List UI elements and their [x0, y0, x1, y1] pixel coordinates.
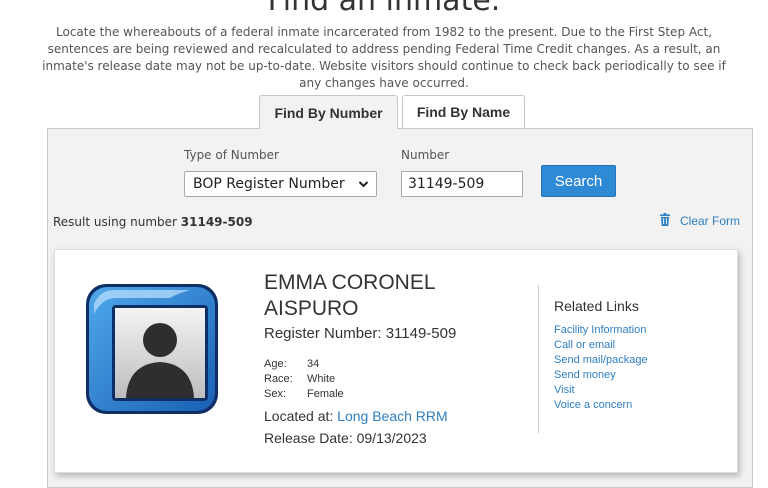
inmate-details: Age: 34 Race: White Sex: Female [264, 357, 344, 402]
related-links-title: Related Links [554, 298, 639, 314]
located-prefix: Located at: [264, 408, 338, 424]
tab-find-by-number[interactable]: Find By Number [259, 95, 398, 129]
related-links-list: Facility Information Call or email Send … [554, 323, 648, 413]
intro-text: Locate the whereabouts of a federal inma… [42, 25, 726, 90]
detail-key: Age: [264, 358, 287, 370]
tab-find-by-name[interactable]: Find By Name [402, 95, 525, 128]
page-title: Find an inmate. [267, 0, 501, 18]
detail-key: Sex: [264, 388, 287, 400]
link-call-or-email[interactable]: Call or email [554, 338, 648, 353]
link-voice-a-concern[interactable]: Voice a concern [554, 398, 648, 413]
detail-value: White [307, 373, 336, 385]
location-link[interactable]: Long Beach RRM [337, 408, 448, 424]
clear-form-label: Clear Form [680, 214, 741, 228]
number-label: Number [401, 148, 450, 162]
search-button[interactable]: Search [541, 165, 616, 197]
number-input[interactable]: 31149-509 [401, 171, 523, 197]
chevron-down-icon [358, 177, 369, 194]
result-prefix: Result using number [53, 215, 181, 229]
link-facility-information[interactable]: Facility Information [554, 323, 648, 338]
inmate-name: EMMA CORONEL AISPURO [264, 271, 435, 320]
release-date: Release Date: 09/13/2023 [264, 430, 427, 446]
type-of-number-label: Type of Number [184, 148, 279, 162]
detail-row-age: Age: 34 [264, 357, 344, 372]
trash-icon [660, 213, 670, 229]
detail-value: 34 [307, 358, 320, 370]
link-visit[interactable]: Visit [554, 383, 648, 398]
register-number: Register Number: 31149-509 [264, 325, 457, 342]
located-at: Located at: Long Beach RRM [264, 408, 448, 424]
link-send-mail-package[interactable]: Send mail/package [554, 353, 648, 368]
detail-row-sex: Sex: Female [264, 387, 344, 402]
clear-form-link[interactable]: Clear Form [660, 213, 740, 229]
detail-value: Female [307, 388, 344, 400]
result-number: 31149-509 [180, 215, 253, 229]
link-send-money[interactable]: Send money [554, 368, 648, 383]
result-summary: Result using number 31149-509 [53, 215, 253, 229]
type-of-number-value: BOP Register Number [193, 176, 345, 192]
detail-key: Race: [264, 373, 293, 385]
type-of-number-select[interactable]: BOP Register Number [184, 171, 377, 197]
detail-row-race: Race: White [264, 372, 344, 387]
card-divider [538, 285, 539, 433]
person-silhouette-icon [80, 274, 226, 420]
